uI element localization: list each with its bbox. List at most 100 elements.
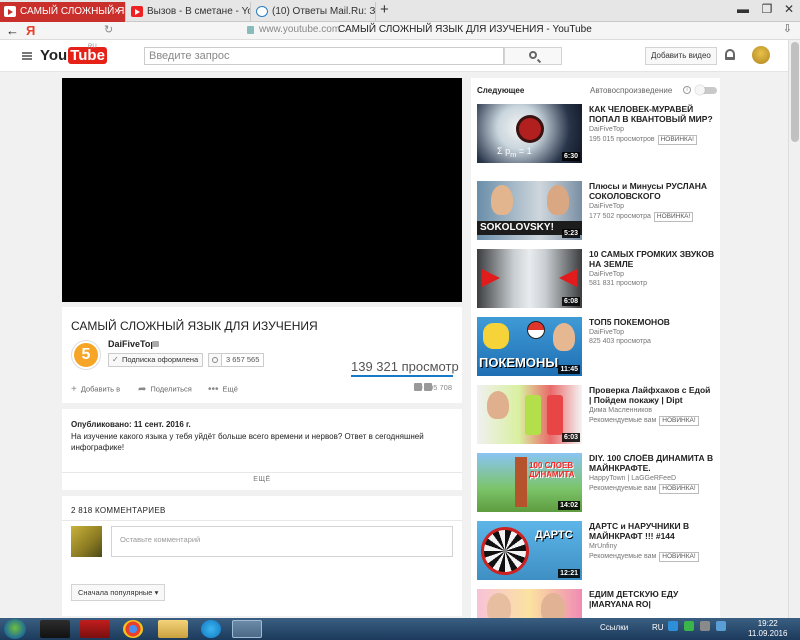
video-title[interactable]: 10 САМЫХ ГРОМКИХ ЗВУКОВ НА ЗЕМЛЕ (589, 249, 715, 269)
taskbar-yandex-browser-icon[interactable] (232, 620, 262, 638)
channel-name[interactable]: DaiFiveTop (589, 329, 624, 336)
new-tab-button[interactable]: + (380, 2, 389, 18)
tab-mailru[interactable]: (10) Ответы Mail.Ru: Задать (252, 2, 376, 22)
thumb-up-icon[interactable] (414, 383, 423, 391)
share-button[interactable]: ➦ Поделиться (138, 384, 192, 395)
video-title[interactable]: DIY. 100 СЛОЁВ ДИНАМИТА В МАЙНКРАФТЕ. (589, 453, 715, 473)
back-arrow-icon[interactable]: ← (6, 22, 19, 39)
channel-name[interactable]: DaiFiveTop (589, 203, 624, 210)
subscription-settings-icon[interactable] (208, 353, 222, 367)
add-to-button[interactable]: + Добавить в (71, 384, 120, 395)
recommended-video[interactable]: ПОКЕМОНЫ 11:45 ТОП5 ПОКЕМОНОВ DaiFiveTop… (477, 317, 717, 377)
recommended-video[interactable]: ЕДИМ ДЕТСКУЮ ЕДУ |MARYANA RO| (477, 589, 717, 618)
address-domain[interactable]: www.youtube.com (259, 24, 340, 35)
thumb-down-icon[interactable] (424, 383, 433, 391)
recommended-video[interactable]: Σ pm = 1 6:30 КАК ЧЕЛОВЕК-МУРАВЕЙ ПОПАЛ … (477, 104, 717, 164)
search-input[interactable]: Введите запрос (144, 47, 504, 65)
video-title[interactable]: ЕДИМ ДЕТСКУЮ ЕДУ |MARYANA RO| (589, 589, 715, 609)
video-title[interactable]: ТОП5 ПОКЕМОНОВ (589, 317, 715, 327)
menu-icon[interactable] (22, 52, 32, 60)
video-title[interactable]: Проверка Лайфхаков с Едой | Пойдем покаж… (589, 385, 715, 405)
sort-comments-dropdown[interactable]: Сначала популярные ▾ (71, 584, 166, 601)
account-avatar[interactable] (752, 46, 770, 64)
recommended-video[interactable]: SOKOLOVSKY! 5:23 Плюсы и Минусы РУСЛАНА … (477, 181, 717, 241)
reload-icon[interactable]: ↻ (104, 23, 113, 36)
youtube-logo[interactable]: You Tube RU (40, 44, 107, 64)
taskbar-folder-icon[interactable] (158, 620, 188, 638)
autoplay-label: Автовоспроизведение (590, 86, 673, 95)
tray-volume-icon[interactable] (700, 621, 710, 631)
window-close-icon[interactable]: ✕ (779, 2, 799, 16)
taskbar-media-icon[interactable] (40, 620, 70, 638)
subscribed-button[interactable]: Подписка оформлена (108, 353, 204, 367)
yandex-logo[interactable]: Я (26, 23, 35, 38)
red-arrow-icon (482, 269, 500, 287)
video-thumbnail[interactable]: 6:08 (477, 249, 582, 308)
search-icon (529, 51, 537, 59)
divider (62, 472, 462, 473)
recommended-video[interactable]: 6:08 10 САМЫХ ГРОМКИХ ЗВУКОВ НА ЗЕМЛЕ Da… (477, 249, 717, 309)
view-count: 195 015 просмотров (589, 136, 655, 143)
tab-close-icon[interactable]: × (114, 2, 120, 21)
thumbnail-graphic (519, 118, 541, 140)
tray-monitor-icon[interactable] (716, 621, 726, 631)
up-next-heading: Следующее (477, 86, 525, 95)
taskbar-skype-icon[interactable] (201, 620, 221, 638)
channel-name[interactable]: DaiFiveTop (589, 126, 624, 133)
start-button[interactable] (4, 619, 26, 639)
video-player[interactable] (62, 78, 462, 302)
channel-name[interactable]: DaiFiveTop (108, 339, 156, 349)
page-scrollbar[interactable] (788, 40, 800, 618)
video-thumbnail[interactable]: 100 СЛОЕВ ДИНАМИТА 14:02 (477, 453, 582, 512)
video-title[interactable]: КАК ЧЕЛОВЕК-МУРАВЕЙ ПОПАЛ В КВАНТОВЫЙ МИ… (589, 104, 715, 124)
search-button[interactable] (504, 47, 562, 65)
channel-name[interactable]: DaiFiveTop (589, 271, 624, 278)
video-thumbnail[interactable]: 6:03 (477, 385, 582, 444)
tray-app-icon[interactable] (684, 621, 694, 631)
video-thumbnail[interactable]: ДАРТС 12:21 (477, 521, 582, 580)
links-toolbar[interactable]: Ссылки (600, 623, 628, 632)
channel-name[interactable]: Дима Масленников (589, 407, 652, 414)
thumbnail-face (487, 391, 509, 419)
download-icon[interactable]: ⇩ (783, 22, 792, 35)
video-thumbnail[interactable]: ПОКЕМОНЫ 11:45 (477, 317, 582, 376)
tab-youtube-second[interactable]: Вызов - В сметане - YouTul (127, 2, 251, 22)
address-page-title[interactable]: САМЫЙ СЛОЖНЫЙ ЯЗЫК ДЛЯ ИЗУЧЕНИЯ - YouTub… (338, 24, 592, 35)
notifications-bell-icon[interactable] (725, 49, 735, 60)
windows-taskbar: Ссылки RU 19:22 11.09.2016 (0, 618, 800, 640)
lock-icon[interactable] (247, 26, 254, 34)
video-thumbnail[interactable]: SOKOLOVSKY! 5:23 (477, 181, 582, 240)
minimize-icon[interactable]: ▬ (733, 2, 753, 16)
video-title[interactable]: Плюсы и Минусы РУСЛАНА СОКОЛОВСКОГО (589, 181, 715, 201)
more-actions-button[interactable]: ••• Ещё (208, 384, 238, 395)
system-clock[interactable]: 19:22 11.09.2016 (748, 619, 787, 639)
channel-name[interactable]: MrUnfiny (589, 543, 617, 550)
add-to-label: Добавить в (80, 384, 121, 394)
language-indicator[interactable]: RU (652, 623, 664, 632)
browser-tab-strip: САМЫЙ СЛОЖНЫЙ ЯЗЫК × Вызов - В сметане -… (0, 0, 800, 22)
comment-input[interactable]: Оставьте комментарий (111, 526, 453, 557)
autoplay-toggle[interactable] (695, 85, 717, 95)
upload-button[interactable]: Добавить видео (645, 47, 717, 65)
video-thumbnail[interactable] (477, 589, 582, 618)
channel-name[interactable]: HappyTown | LaGGeRFeeD (589, 475, 676, 482)
comments-card: 2 818 КОММЕНТАРИЕВ Оставьте комментарий … (62, 496, 462, 616)
tab-active[interactable]: САМЫЙ СЛОЖНЫЙ ЯЗЫК × (0, 2, 126, 22)
video-thumbnail[interactable]: Σ pm = 1 6:30 (477, 104, 582, 163)
recommended-video[interactable]: 6:03 Проверка Лайфхаков с Едой | Пойдем … (477, 385, 717, 445)
view-count: 139 321 просмотр (351, 359, 459, 374)
recommended-video[interactable]: 100 СЛОЕВ ДИНАМИТА 14:02 DIY. 100 СЛОЁВ … (477, 453, 717, 513)
maximize-icon[interactable]: ❐ (757, 2, 777, 16)
video-meta: Рекомендуемые вам НОВИНКА! (589, 484, 699, 494)
show-more-button[interactable]: ЕЩЁ (62, 476, 462, 483)
taskbar-flash-icon[interactable] (80, 620, 110, 638)
new-badge: НОВИНКА! (657, 135, 697, 145)
video-title[interactable]: ДАРТС и НАРУЧНИКИ В МАЙНКРАФТ !!! #144 (589, 521, 715, 541)
tray-network-icon[interactable] (668, 621, 678, 631)
channel-avatar[interactable]: 5 (72, 341, 100, 369)
taskbar-chrome-icon[interactable] (123, 620, 143, 638)
recommended-video[interactable]: ДАРТС 12:21 ДАРТС и НАРУЧНИКИ В МАЙНКРАФ… (477, 521, 717, 581)
scrollbar-thumb[interactable] (791, 42, 799, 142)
video-duration: 6:30 (561, 152, 580, 161)
info-icon[interactable]: i (683, 86, 691, 94)
